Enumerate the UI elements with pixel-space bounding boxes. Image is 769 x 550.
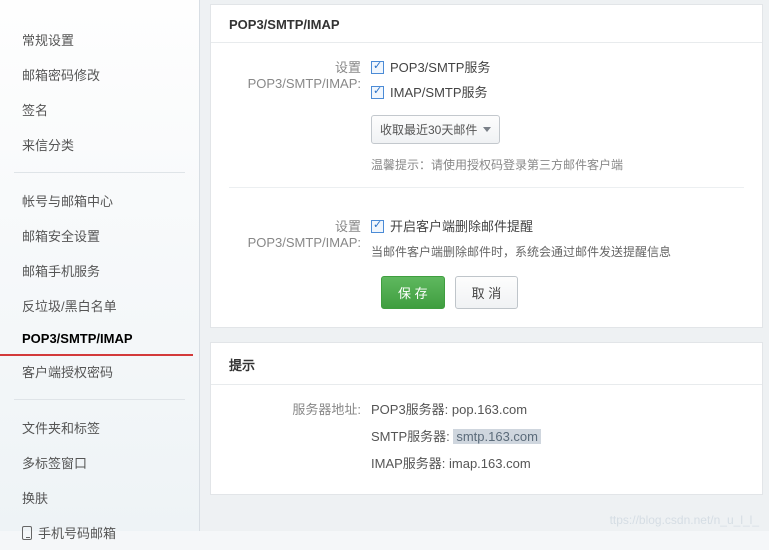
checkbox-delete-notice[interactable]: [371, 220, 384, 233]
checkbox-pop3-smtp[interactable]: [371, 61, 384, 74]
checkbox-imap-smtp[interactable]: [371, 86, 384, 99]
form-row-enable: 设置POP3/SMTP/IMAP: POP3/SMTP服务 IMAP/SMTP服…: [211, 43, 762, 173]
checkbox-label: 开启客户端删除邮件提醒: [390, 219, 533, 234]
cancel-button[interactable]: 取 消: [455, 276, 519, 309]
checkbox-label: IMAP/SMTP服务: [390, 85, 488, 100]
sidebar-group-1: 常规设置 邮箱密码修改 签名 来信分类: [0, 22, 199, 162]
save-button[interactable]: 保 存: [381, 276, 445, 309]
sidebar-item-pop3-smtp-imap[interactable]: POP3/SMTP/IMAP: [0, 323, 199, 354]
form-row-delete-notice: 设置POP3/SMTP/IMAP: 开启客户端删除邮件提醒 当邮件客户端删除邮件…: [211, 202, 762, 260]
sidebar-item-signature[interactable]: 签名: [0, 92, 199, 127]
fetch-range-select[interactable]: 收取最近30天邮件: [371, 115, 500, 144]
divider: [14, 399, 185, 400]
checkbox-label: POP3/SMTP服务: [390, 60, 490, 75]
form-label: 设置POP3/SMTP/IMAP:: [229, 57, 371, 173]
sidebar-item-general[interactable]: 常规设置: [0, 22, 199, 57]
hint-text: 温馨提示：请使用授权码登录第三方邮件客户端: [371, 156, 744, 173]
panel-tips: 提示 服务器地址: POP3服务器: pop.163.com SMTP服务器: …: [210, 342, 763, 495]
smtp-value: smtp.163.com: [453, 429, 541, 444]
select-value: 收取最近30天邮件: [380, 121, 477, 138]
phone-icon: [22, 526, 32, 540]
panel-title: 提示: [211, 343, 762, 385]
sidebar-item-mobile[interactable]: 邮箱手机服务: [0, 253, 199, 288]
sidebar-item-password[interactable]: 邮箱密码修改: [0, 57, 199, 92]
content-area: POP3/SMTP/IMAP 设置POP3/SMTP/IMAP: POP3/SM…: [200, 0, 769, 531]
server-smtp: SMTP服务器: smtp.163.com: [371, 426, 744, 445]
sidebar-item-label: 手机号码邮箱: [38, 526, 116, 541]
server-imap: IMAP服务器: imap.163.com: [371, 453, 744, 472]
sidebar-item-account-center[interactable]: 帐号与邮箱中心: [0, 183, 199, 218]
panel-title: POP3/SMTP/IMAP: [211, 5, 762, 43]
description-text: 当邮件客户端删除邮件时，系统会通过邮件发送提醒信息: [371, 243, 744, 260]
smtp-label: SMTP服务器:: [371, 429, 453, 444]
sidebar-group-3: 文件夹和标签 多标签窗口 换肤 手机号码邮箱: [0, 410, 199, 550]
panel-protocol-settings: POP3/SMTP/IMAP 设置POP3/SMTP/IMAP: POP3/SM…: [210, 4, 763, 328]
sidebar-item-folders[interactable]: 文件夹和标签: [0, 410, 199, 445]
sidebar: 常规设置 邮箱密码修改 签名 来信分类 帐号与邮箱中心 邮箱安全设置 邮箱手机服…: [0, 0, 200, 531]
sidebar-item-mobile-mail[interactable]: 手机号码邮箱: [0, 515, 199, 550]
divider: [229, 187, 744, 188]
form-row-servers: 服务器地址: POP3服务器: pop.163.com SMTP服务器: smt…: [211, 385, 762, 494]
sidebar-item-security[interactable]: 邮箱安全设置: [0, 218, 199, 253]
form-label: 服务器地址:: [229, 399, 371, 480]
chevron-down-icon: [483, 127, 491, 132]
form-label: 设置POP3/SMTP/IMAP:: [229, 216, 371, 260]
server-pop3: POP3服务器: pop.163.com: [371, 399, 744, 418]
sidebar-item-antispam[interactable]: 反垃圾/黑白名单: [0, 288, 199, 323]
sidebar-item-classify[interactable]: 来信分类: [0, 127, 199, 162]
divider: [14, 172, 185, 173]
sidebar-item-auth-code[interactable]: 客户端授权密码: [0, 354, 199, 389]
sidebar-item-skin[interactable]: 换肤: [0, 480, 199, 515]
sidebar-group-2: 帐号与邮箱中心 邮箱安全设置 邮箱手机服务 反垃圾/黑白名单 POP3/SMTP…: [0, 183, 199, 389]
watermark: ttps://blog.csdn.net/n_u_l_l_: [610, 513, 759, 527]
button-row: 保 存 取 消: [211, 260, 762, 327]
sidebar-item-tabs[interactable]: 多标签窗口: [0, 445, 199, 480]
